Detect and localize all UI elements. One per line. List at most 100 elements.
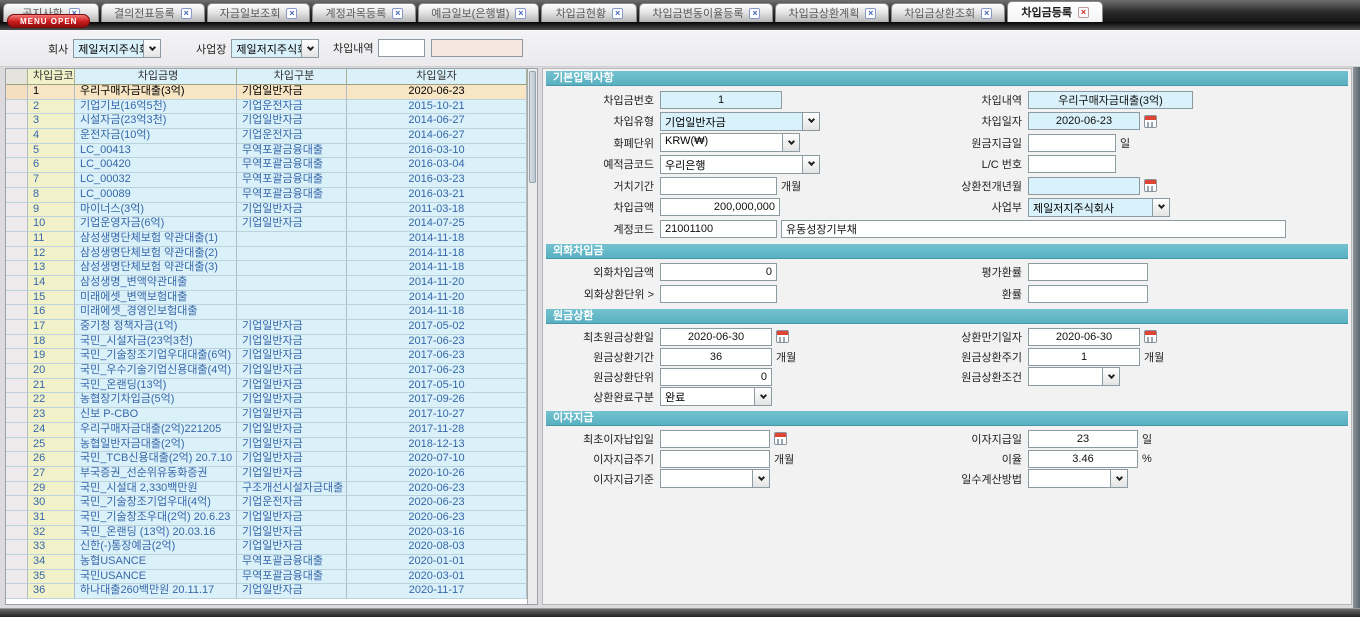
table-row[interactable]: 1우리구매자금대출(3억)기업일반자금2020-06-23 <box>6 85 527 100</box>
calendar-icon[interactable] <box>776 330 789 343</box>
loan-type-cell: 무역포괄금융대출 <box>237 188 347 203</box>
fx-repay-unit-field[interactable] <box>660 285 777 303</box>
loan-detail-input-2[interactable] <box>431 39 523 57</box>
table-scrollbar[interactable] <box>527 69 537 604</box>
menu-open-button[interactable]: MENU OPEN <box>7 14 90 28</box>
first-interest-pay-date-field[interactable] <box>660 430 770 448</box>
table-row[interactable]: 26국민_TCB신용대출(2억) 20.7.10기업일반자금2020-07-10 <box>6 452 527 467</box>
first-principal-repay-date-field[interactable]: 2020-06-30 <box>660 328 772 346</box>
day-count-method-select[interactable] <box>1028 469 1128 488</box>
tab-item[interactable]: 예금일보(은행별)× <box>418 3 539 22</box>
table-row[interactable]: 14삼성생명_변액약관대출2014-11-20 <box>6 276 527 291</box>
tab-item[interactable]: 차입금상환조회× <box>891 3 1005 22</box>
close-icon[interactable]: × <box>181 8 192 19</box>
close-icon[interactable]: × <box>392 8 403 19</box>
table-scrollbar-thumb[interactable] <box>529 71 536 183</box>
company-select[interactable]: 제일저지주식회사 <box>73 39 161 58</box>
form-row: 차입내역우리구매자금대출(3억) <box>873 89 1346 111</box>
table-row[interactable]: 8LC_00089무역포괄금융대출2016-03-21 <box>6 188 527 203</box>
table-row[interactable]: 7LC_00032무역포괄금융대출2016-03-23 <box>6 173 527 188</box>
interest-pay-day-field[interactable]: 23 <box>1028 430 1138 448</box>
tab-item[interactable]: 차입금변동이율등록× <box>639 3 773 22</box>
table-row[interactable]: 18국민_시설자금(23억3천)기업일반자금2017-06-23 <box>6 335 527 350</box>
tab-active[interactable]: 차입금등록× <box>1007 1 1103 22</box>
table-row[interactable]: 24우리구매자금대출(2억)221205기업일반자금2017-11-28 <box>6 423 527 438</box>
table-row[interactable]: 5LC_00413무역포괄금융대출2016-03-10 <box>6 144 527 159</box>
valuation-exchange-rate-field[interactable] <box>1028 263 1148 281</box>
interest-rate-field[interactable]: 3.46 <box>1028 450 1138 468</box>
repay-complete-type-select[interactable]: 완료 <box>660 387 772 406</box>
tab-item[interactable]: 결의전표등록× <box>101 3 205 22</box>
loan-detail-field[interactable]: 우리구매자금대출(3억) <box>1028 91 1193 109</box>
table-row[interactable]: 31국민_기술창조우대(2억) 20.6.23기업일반자금2020-06-23 <box>6 511 527 526</box>
tab-item[interactable]: 차입금상환계획× <box>775 3 889 22</box>
company-filter-group: 회사 제일저지주식회사 <box>48 39 161 58</box>
principal-repay-condition-select[interactable] <box>1028 367 1120 386</box>
loan-type-select[interactable]: 기업일반자금 <box>660 112 820 131</box>
loan-detail-input[interactable] <box>378 39 425 57</box>
table-row[interactable]: 25농협일반자금대출(2억)기업일반자금2018-12-13 <box>6 438 527 453</box>
loan-date-field[interactable]: 2020-06-23 <box>1028 112 1140 130</box>
exchange-rate-field[interactable] <box>1028 285 1148 303</box>
loan-date-cell: 2020-11-17 <box>347 584 527 599</box>
loan-amount-field[interactable]: 200,000,000 <box>660 198 780 216</box>
lc-number-field[interactable] <box>1028 155 1116 173</box>
table-row[interactable]: 11삼성생명단체보험 약관대출(1)2014-11-18 <box>6 232 527 247</box>
table-row[interactable]: 10기업운영자금(6억)기업일반자금2014-07-25 <box>6 217 527 232</box>
tab-item[interactable]: 계정과목등록× <box>312 3 416 22</box>
close-icon[interactable]: × <box>1078 7 1089 18</box>
tab-item[interactable]: 차입금현황× <box>541 3 637 22</box>
table-row[interactable]: 32국민_온랜딩 (13억) 20.03.16기업일반자금2020-03-16 <box>6 526 527 541</box>
currency-unit-select[interactable]: KRW(₩) <box>660 133 800 152</box>
fx-loan-amount-field[interactable]: 0 <box>660 263 777 281</box>
calendar-icon[interactable] <box>1144 330 1157 343</box>
repay-open-ym-field[interactable] <box>1028 177 1140 195</box>
table-row[interactable]: 20국민_우수기술기업신용대출(4억)기업일반자금2017-06-23 <box>6 364 527 379</box>
loan-number-field[interactable]: 1 <box>660 91 782 109</box>
repay-maturity-date-field[interactable]: 2020-06-30 <box>1028 328 1140 346</box>
tab-item[interactable]: 자금일보조회× <box>207 3 311 22</box>
table-row[interactable]: 13삼성생명단체보험 약관대출(3)2014-11-18 <box>6 261 527 276</box>
table-row[interactable]: 35국민USANCE무역포괄금융대출2020-03-01 <box>6 570 527 585</box>
grace-period-field[interactable] <box>660 177 777 195</box>
table-row[interactable]: 34농협USANCE무역포괄금융대출2020-01-01 <box>6 555 527 570</box>
table-row[interactable]: 23신보 P-CBO기업일반자금2017-10-27 <box>6 408 527 423</box>
calendar-icon[interactable] <box>1144 179 1157 192</box>
table-row[interactable]: 16미래에셋_경영인보험대출2014-11-18 <box>6 305 527 320</box>
table-row[interactable]: 30국민_기술창조기업우대(4억)기업운전자금2020-06-23 <box>6 496 527 511</box>
table-row[interactable]: 15미래에셋_변액보험대출2014-11-20 <box>6 291 527 306</box>
site-select[interactable]: 제일저지주식회사 <box>231 39 319 58</box>
close-icon[interactable]: × <box>749 8 760 19</box>
table-row[interactable]: 17중기청 정책자금(1억)기업일반자금2017-05-02 <box>6 320 527 335</box>
table-row[interactable]: 33신한(-)통장예금(2억)기업일반자금2020-08-03 <box>6 540 527 555</box>
table-row[interactable]: 9마이너스(3억)기업일반자금2011-03-18 <box>6 203 527 218</box>
account-code-field[interactable]: 21001100 <box>660 220 777 238</box>
close-icon[interactable]: × <box>515 8 526 19</box>
interest-pay-cycle-field[interactable] <box>660 450 770 468</box>
close-icon[interactable]: × <box>865 8 876 19</box>
close-icon[interactable]: × <box>612 8 623 19</box>
table-row[interactable]: 27부국증권_선순위유동화증권기업일반자금2020-10-26 <box>6 467 527 482</box>
table-row[interactable]: 22농협장기차입금(5억)기업일반자금2017-09-26 <box>6 393 527 408</box>
principal-repay-cycle-field[interactable]: 1 <box>1028 348 1140 366</box>
table-row[interactable]: 2기업기보(16억5천)기업운전자금2015-10-21 <box>6 100 527 115</box>
table-row[interactable]: 19국민_기술창조기업우대대출(6억)기업일반자금2017-06-23 <box>6 349 527 364</box>
calendar-icon[interactable] <box>774 432 787 445</box>
principal-repay-unit-field[interactable]: 0 <box>660 368 772 386</box>
table-row[interactable]: 12삼성생명단체보험 약관대출(2)2014-11-18 <box>6 247 527 262</box>
deposit-code-select[interactable]: 우리은행 <box>660 155 820 174</box>
table-row[interactable]: 21국민_온랜딩(13억)기업일반자금2017-05-10 <box>6 379 527 394</box>
table-row[interactable]: 36하나대출260백만원 20.11.17기업일반자금2020-11-17 <box>6 584 527 599</box>
principal-payment-day-field[interactable] <box>1028 134 1116 152</box>
account-name-field[interactable]: 유동성장기부채 <box>781 220 1286 238</box>
table-row[interactable]: 6LC_00420무역포괄금융대출2016-03-04 <box>6 158 527 173</box>
table-row[interactable]: 29국민_시설대 2,330백만원구조개선시설자금대출2020-06-23 <box>6 482 527 497</box>
business-unit-select[interactable]: 제일저지주식회사 <box>1028 198 1170 217</box>
principal-repay-period-field[interactable]: 36 <box>660 348 772 366</box>
table-row[interactable]: 4운전자금(10억)기업운전자금2014-06-27 <box>6 129 527 144</box>
table-row[interactable]: 3시설자금(23억3천)기업일반자금2014-06-27 <box>6 114 527 129</box>
interest-pay-basis-select[interactable] <box>660 469 770 488</box>
close-icon[interactable]: × <box>286 8 297 19</box>
calendar-icon[interactable] <box>1144 115 1157 128</box>
close-icon[interactable]: × <box>981 8 992 19</box>
